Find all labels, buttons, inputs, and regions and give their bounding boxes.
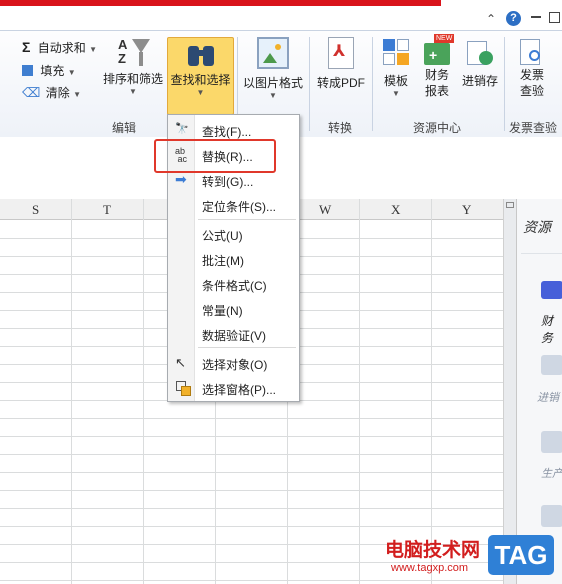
- sort-filter-button[interactable]: A Z 排序和筛选 ▼: [101, 37, 165, 97]
- tag-logo: TAG: [488, 535, 554, 575]
- fill-label: 填充: [40, 64, 65, 78]
- chevron-down-icon: ▼: [67, 68, 76, 77]
- resource-item-inventory[interactable]: 进销: [537, 389, 559, 405]
- window-controls: ⌃ ?: [486, 11, 562, 28]
- menu-item-constants[interactable]: 常量(N): [169, 298, 298, 320]
- group-label-invoice-check: 发票查验: [509, 121, 558, 135]
- find-select-label: 查找和选择: [170, 73, 231, 87]
- menu-item-label: 条件格式(C): [202, 279, 267, 293]
- to-pdf-label: 转成PDF: [316, 76, 365, 90]
- eraser-icon: ⌫: [22, 85, 41, 100]
- inventory-button[interactable]: 进销存: [459, 37, 501, 89]
- group-label-convert: 转换: [328, 121, 353, 135]
- bank-icon[interactable]: [541, 505, 562, 527]
- finance-report-icon: + NEW: [422, 34, 455, 67]
- menu-item-label: 查找(F)...: [202, 125, 252, 139]
- to-image-label: 以图片格式: [242, 76, 303, 90]
- inventory-icon: [465, 37, 495, 67]
- production-icon[interactable]: [541, 431, 562, 453]
- finance-label-1: 财务: [424, 68, 449, 82]
- autosum-label: 自动求和: [37, 41, 86, 55]
- clear-button[interactable]: ⌫ 清除 ▼: [22, 84, 81, 102]
- group-label-resource: 资源中心: [413, 121, 462, 135]
- column-header-s[interactable]: S: [32, 202, 39, 218]
- column-header-w[interactable]: W: [319, 202, 331, 218]
- inventory-label: 进销存: [461, 74, 498, 88]
- chevron-down-icon: ▼: [196, 88, 205, 97]
- new-badge: NEW: [434, 34, 455, 43]
- chevron-down-icon: ▼: [129, 87, 137, 96]
- menu-item-label: 选择对象(O): [202, 358, 268, 372]
- menu-item-label: 转到(G)...: [202, 175, 254, 189]
- menu-item-selection-pane[interactable]: 选择窗格(P)...: [169, 377, 298, 399]
- chevron-down-icon: ▼: [73, 90, 82, 99]
- menu-item-data-validation[interactable]: 数据验证(V): [169, 323, 298, 345]
- menu-item-find[interactable]: 🔭 查找(F)...: [169, 119, 298, 141]
- title-bar-strip: [0, 0, 441, 6]
- watermark: 电脑技术网 www.tagxp.com: [385, 535, 480, 574]
- resource-pane-title: 资源: [523, 219, 551, 235]
- chevron-down-icon: ▼: [269, 91, 277, 100]
- finance-label-2: 报表: [424, 84, 449, 98]
- menu-item-label: 常量(N): [202, 304, 243, 318]
- invoice-search-icon: [517, 37, 547, 67]
- binoculars-icon: 🔭: [175, 123, 189, 135]
- finance-icon[interactable]: [541, 281, 562, 299]
- inventory-pane-icon[interactable]: [541, 355, 562, 375]
- resource-item-finance[interactable]: 财务: [541, 312, 562, 346]
- watermark-title: 电脑技术网: [385, 540, 481, 561]
- image-icon: [257, 37, 289, 69]
- clear-label: 清除: [45, 86, 70, 100]
- selection-pane-icon: [175, 380, 191, 396]
- menu-item-label: 选择窗格(P)...: [202, 383, 276, 397]
- menu-item-goto-special[interactable]: 定位条件(S)...: [169, 194, 298, 216]
- invoice-label-2: 查验: [519, 84, 544, 98]
- menu-item-label: 公式(U): [202, 229, 243, 243]
- fill-down-icon: [22, 65, 33, 76]
- column-header-y[interactable]: Y: [462, 202, 471, 218]
- vertical-scrollbar[interactable]: [503, 199, 517, 584]
- menu-item-select-objects[interactable]: ↖ 选择对象(O): [169, 352, 298, 374]
- menu-item-label: 数据验证(V): [202, 329, 266, 343]
- resource-pane: 资源 财务 进销 生产: [516, 199, 562, 584]
- menu-item-formulas[interactable]: 公式(U): [169, 223, 298, 245]
- resource-item-production[interactable]: 生产: [541, 465, 562, 481]
- group-label-edit: 编辑: [112, 121, 137, 135]
- template-button[interactable]: 模板 ▼: [377, 37, 415, 99]
- watermark-url: www.tagxp.com: [391, 562, 469, 574]
- autosum-button[interactable]: Σ 自动求和 ▼: [22, 39, 97, 57]
- chevron-down-icon: ▼: [392, 89, 400, 98]
- menu-item-label: 定位条件(S)...: [202, 200, 276, 214]
- chevron-down-icon: ▼: [89, 45, 98, 54]
- column-header-t[interactable]: T: [103, 202, 111, 218]
- minimize-icon[interactable]: [531, 16, 541, 18]
- template-icon: [381, 37, 411, 67]
- sigma-icon: Σ: [22, 39, 31, 55]
- pdf-icon: ⅄: [328, 37, 354, 69]
- replace-highlight-box: [154, 139, 276, 173]
- column-header-x[interactable]: X: [391, 202, 400, 218]
- finance-report-button[interactable]: + NEW 财务 报表: [418, 34, 456, 99]
- menu-item-label: 批注(M): [202, 254, 244, 268]
- sort-filter-icon: A Z: [116, 37, 150, 71]
- to-pdf-button[interactable]: ⅄ 转成PDF: [312, 37, 370, 91]
- binoculars-icon: [185, 40, 217, 72]
- pointer-icon: ↖: [175, 355, 186, 370]
- to-image-button[interactable]: 以图片格式 ▼: [240, 37, 306, 101]
- sort-filter-label: 排序和筛选: [102, 72, 163, 86]
- invoice-label-1: 发票: [519, 68, 544, 82]
- menu-item-conditional-format[interactable]: 条件格式(C): [169, 273, 298, 295]
- arrow-right-icon: ➡: [175, 171, 187, 187]
- template-label: 模板: [383, 74, 408, 88]
- restore-icon[interactable]: [549, 12, 560, 23]
- fill-button[interactable]: 填充 ▼: [22, 62, 76, 80]
- menu-item-comments[interactable]: 批注(M): [169, 248, 298, 270]
- find-select-button[interactable]: 查找和选择 ▼: [167, 37, 234, 115]
- invoice-check-button[interactable]: 发票 查验: [511, 37, 553, 99]
- scroll-up-icon[interactable]: [506, 202, 514, 208]
- help-icon[interactable]: ?: [506, 11, 521, 26]
- collapse-ribbon-icon[interactable]: ⌃: [486, 12, 496, 26]
